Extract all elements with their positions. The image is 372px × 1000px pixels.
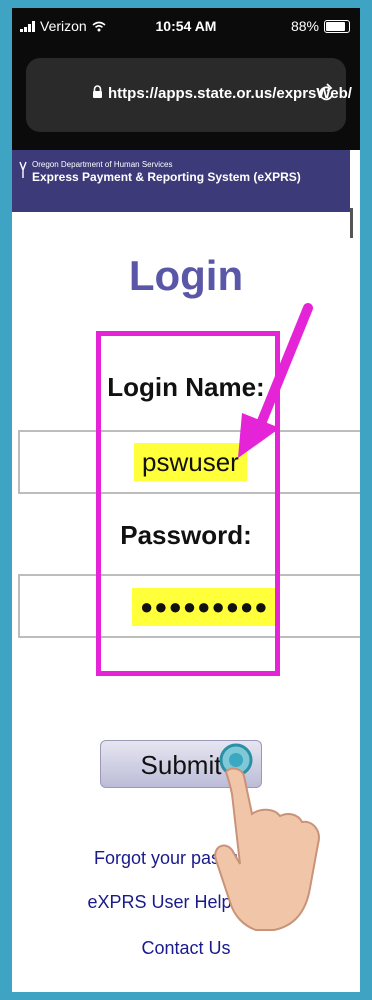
- url-text: https://apps.state.or.us/exprsWeb/: [108, 85, 352, 102]
- submit-button[interactable]: Submit: [100, 740, 262, 788]
- address-bar[interactable]: https://apps.state.or.us/exprsWeb/: [26, 58, 352, 132]
- lock-icon: [93, 85, 102, 98]
- site-banner: Oregon Department of Human Services Expr…: [12, 150, 350, 212]
- banner-header: Oregon Department of Human Services Expr…: [18, 160, 301, 184]
- page-title: Login: [128, 252, 244, 299]
- reload-icon[interactable]: [318, 83, 336, 103]
- forgot-password-link[interactable]: Forgot your password?: [12, 848, 360, 869]
- phone-screen: Verizon 10:54 AM 88% https://apps.state.…: [12, 8, 360, 992]
- battery-percent: 88%: [290, 18, 319, 34]
- status-bar: Verizon 10:54 AM 88%: [12, 8, 360, 44]
- oregon-logo-icon: [19, 161, 27, 178]
- scroll-indicator: [350, 208, 353, 238]
- battery-icon: [324, 19, 350, 33]
- browser-chrome: Verizon 10:54 AM 88% https://apps.state.…: [12, 8, 360, 150]
- system-name: Express Payment & Reporting System (eXPR…: [32, 170, 301, 184]
- help-guide-link[interactable]: eXPRS User Help Guide: [12, 892, 360, 913]
- battery-status: 88%: [291, 18, 350, 34]
- department-name: Oregon Department of Human Services: [32, 160, 173, 169]
- annotation-box: [96, 331, 280, 676]
- contact-us-link[interactable]: Contact Us: [12, 938, 360, 959]
